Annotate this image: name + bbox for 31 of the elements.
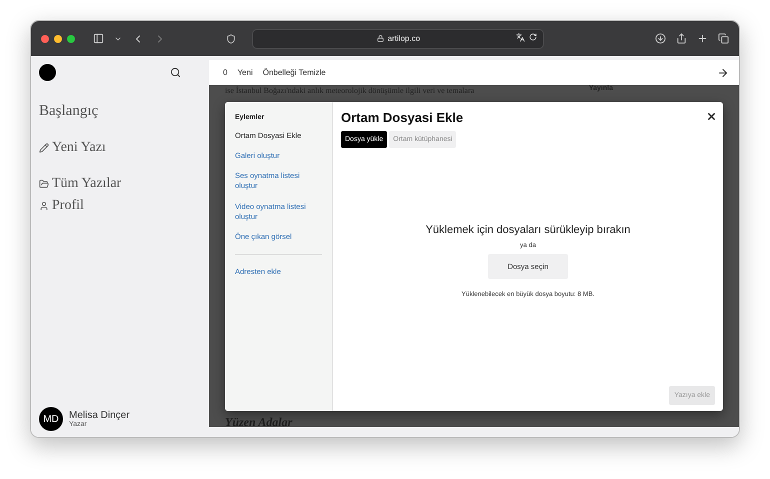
new-link[interactable]: Yeni — [237, 68, 253, 77]
close-icon — [706, 111, 717, 122]
url-text: artilop.co — [388, 34, 420, 43]
tabs-icon[interactable] — [718, 33, 729, 44]
dialog-title: Ortam Dosyasi Ekle — [341, 110, 464, 125]
close-button[interactable] — [706, 111, 717, 122]
sidebar-item[interactable]: Tüm Yazılar — [39, 176, 201, 192]
clear-cache-link[interactable]: Önbelleği Temizle — [262, 68, 326, 77]
arrow-right-icon[interactable] — [717, 66, 729, 78]
update-count: 0 — [223, 68, 228, 77]
user-name: Melisa Dinçer — [69, 410, 130, 421]
sidebar-item[interactable]: Profil — [39, 198, 201, 214]
address-bar[interactable]: artilop.co — [252, 28, 544, 48]
download-icon[interactable] — [654, 33, 666, 44]
lock-icon — [376, 35, 384, 42]
sidebar-item[interactable]: Yeni Yazı — [39, 140, 201, 156]
folder-icon — [39, 179, 49, 189]
pencil-icon — [39, 143, 49, 153]
shield-icon[interactable] — [226, 34, 236, 44]
reload-icon[interactable] — [529, 32, 538, 40]
window-controls-icon[interactable] — [41, 34, 75, 42]
logo-icon[interactable] — [39, 64, 56, 81]
translate-icon[interactable] — [516, 32, 526, 42]
user-avatar: MD — [39, 407, 63, 431]
person-icon — [39, 201, 49, 211]
new-tab-icon[interactable] — [696, 33, 708, 44]
drop-heading: Yüklemek için dosyaları sürükleyip bırakın — [426, 224, 630, 236]
sidebar-toggle-icon[interactable] — [93, 33, 104, 44]
sidebar-item[interactable]: Başlangıç — [39, 103, 201, 120]
search-icon[interactable] — [170, 67, 181, 78]
share-icon[interactable] — [676, 33, 687, 44]
